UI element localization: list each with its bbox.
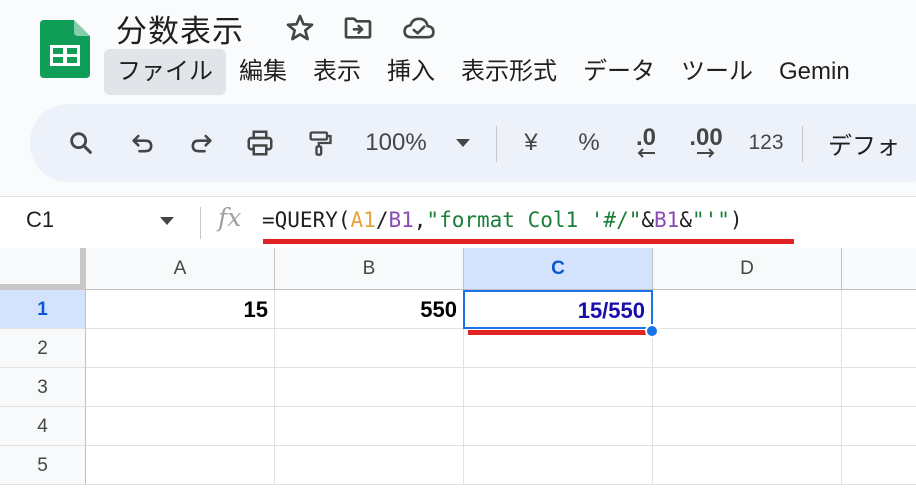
cell-d2[interactable]: [653, 329, 842, 368]
menu-data[interactable]: データ: [570, 49, 668, 95]
menu-format[interactable]: 表示形式: [448, 49, 570, 95]
formula-annotation-underline: [263, 239, 794, 244]
cell-e2[interactable]: [842, 329, 916, 368]
name-box-dropdown-icon[interactable]: [160, 217, 174, 225]
arrow-right-icon: [697, 148, 715, 158]
cell-c4[interactable]: [464, 407, 653, 446]
toolbar: 100% ¥ % .0 .00 123 デフォ: [30, 104, 916, 182]
menu-gemini[interactable]: Gemin: [766, 49, 863, 95]
more-formats-label: 123: [748, 131, 784, 154]
row-header-2[interactable]: 2: [0, 329, 86, 368]
formula-ref-a1: A1: [350, 208, 376, 232]
menu-bar: ファイル 編集 表示 挿入 表示形式 データ ツール Gemin: [104, 48, 863, 96]
column-header-e[interactable]: [842, 248, 916, 290]
spreadsheet-grid: A B C D 1 2 3 4 5 15 550 15/550: [0, 248, 916, 488]
font-family-select[interactable]: デフォ: [828, 104, 916, 182]
formula-bar-divider: [200, 207, 201, 239]
formula-part: =QUERY(: [262, 208, 351, 232]
cell-e4[interactable]: [842, 407, 916, 446]
increase-decimal-label: .00: [689, 124, 723, 151]
cell-a1[interactable]: 15: [86, 290, 275, 329]
move-to-folder-icon[interactable]: [342, 12, 374, 44]
formula-ref-b1: B1: [654, 208, 680, 232]
zoom-value: 100%: [365, 129, 427, 156]
currency-label: ¥: [524, 129, 538, 156]
cell-e1[interactable]: [842, 290, 916, 329]
cell-e5[interactable]: [842, 446, 916, 485]
undo-icon[interactable]: [122, 104, 164, 182]
menu-view[interactable]: 表示: [300, 49, 374, 95]
decrease-decimal-label: .0: [635, 124, 656, 151]
column-header-b[interactable]: B: [275, 248, 464, 290]
decrease-decimal-button[interactable]: .0: [626, 104, 666, 182]
sheets-logo-icon[interactable]: [40, 20, 90, 78]
redo-icon[interactable]: [180, 104, 222, 182]
cell-a2[interactable]: [86, 329, 275, 368]
formula-part: ,: [413, 208, 427, 232]
cell-c3[interactable]: [464, 368, 653, 407]
star-icon[interactable]: [284, 12, 316, 44]
result-annotation-underline: [468, 330, 651, 335]
print-icon[interactable]: [238, 104, 282, 182]
menu-insert[interactable]: 挿入: [374, 49, 448, 95]
cell-d3[interactable]: [653, 368, 842, 407]
row-header-3[interactable]: 3: [0, 368, 86, 407]
cell-c1[interactable]: 15/550: [463, 290, 653, 329]
more-formats-button[interactable]: 123: [744, 104, 788, 182]
toolbar-divider-2: [802, 126, 803, 162]
document-title[interactable]: 分数表示: [116, 6, 244, 51]
increase-decimal-button[interactable]: .00: [684, 104, 728, 182]
formula-part: ): [729, 208, 743, 232]
name-box[interactable]: C1: [26, 207, 54, 233]
row-header-5[interactable]: 5: [0, 446, 86, 485]
chevron-down-icon[interactable]: [448, 104, 478, 182]
formula-part: /: [375, 208, 389, 232]
select-all-corner[interactable]: [0, 248, 86, 290]
cell-c5[interactable]: [464, 446, 653, 485]
formula-string: "format Col1 '#/": [426, 208, 642, 232]
formula-part: &: [641, 208, 655, 232]
formula-input[interactable]: =QUERY(A1/B1,"format Col1 '#/"&B1&"'"): [262, 208, 743, 232]
percent-format-button[interactable]: %: [574, 104, 604, 182]
toolbar-divider: [496, 126, 497, 162]
cell-b2[interactable]: [275, 329, 464, 368]
cell-b4[interactable]: [275, 407, 464, 446]
cell-a4[interactable]: [86, 407, 275, 446]
cell-d5[interactable]: [653, 446, 842, 485]
search-menus-icon[interactable]: [60, 104, 102, 182]
column-header-d[interactable]: D: [653, 248, 842, 290]
cell-e3[interactable]: [842, 368, 916, 407]
cell-b3[interactable]: [275, 368, 464, 407]
formula-string: "'": [691, 208, 730, 232]
arrow-left-icon: [637, 148, 655, 158]
paint-format-icon[interactable]: [300, 104, 340, 182]
cell-b5[interactable]: [275, 446, 464, 485]
function-icon: fx: [218, 203, 242, 232]
menu-edit[interactable]: 編集: [226, 49, 300, 95]
column-header-c[interactable]: C: [464, 248, 653, 290]
formula-part: &: [679, 208, 692, 232]
formula-ref-b1: B1: [388, 208, 414, 232]
cell-d1[interactable]: [653, 290, 842, 329]
row-header-4[interactable]: 4: [0, 407, 86, 446]
menu-tools[interactable]: ツール: [668, 49, 766, 95]
app-header: 分数表示 ファイル 編集 表示 挿入 表示形式 データ ツール Gemin: [0, 0, 916, 104]
currency-format-button[interactable]: ¥: [516, 104, 546, 182]
cloud-saved-icon[interactable]: [402, 12, 435, 44]
column-header-a[interactable]: A: [86, 248, 275, 290]
cell-a5[interactable]: [86, 446, 275, 485]
menu-file[interactable]: ファイル: [104, 49, 226, 95]
fill-handle[interactable]: [645, 324, 659, 338]
cell-b1[interactable]: 550: [275, 290, 464, 329]
percent-label: %: [578, 129, 600, 156]
zoom-select[interactable]: 100%: [356, 104, 436, 182]
row-header-1[interactable]: 1: [0, 290, 86, 329]
font-family-value: デフォ: [828, 132, 900, 160]
cell-a3[interactable]: [86, 368, 275, 407]
cell-d4[interactable]: [653, 407, 842, 446]
